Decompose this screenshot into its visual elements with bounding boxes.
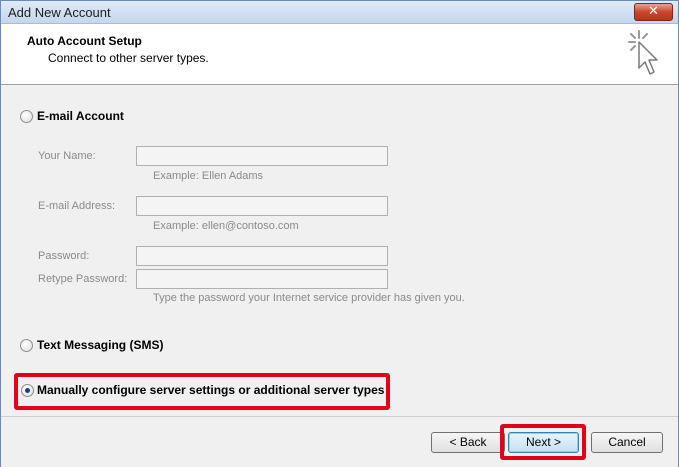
close-button[interactable]: ✕ — [634, 3, 673, 21]
manual-config-label[interactable]: Manually configure server settings or ad… — [37, 383, 384, 397]
window-title: Add New Account — [8, 5, 111, 20]
title-bar[interactable]: Add New Account ✕ — [1, 1, 678, 24]
email-address-hint: Example: ellen@contoso.com — [153, 220, 299, 232]
add-account-dialog: Add New Account ✕ Auto Account Setup Con… — [0, 0, 679, 467]
your-name-label: Your Name: — [38, 150, 96, 162]
sms-radio[interactable] — [20, 339, 33, 352]
retype-password-input[interactable] — [136, 269, 388, 289]
password-hint: Type the password your Internet service … — [153, 292, 465, 304]
email-address-input[interactable] — [136, 196, 388, 216]
manual-config-radio[interactable] — [21, 384, 34, 397]
page-title: Auto Account Setup — [27, 34, 142, 48]
password-input[interactable] — [136, 246, 388, 266]
retype-password-label: Retype Password: — [38, 273, 128, 285]
email-account-radio[interactable] — [20, 110, 33, 123]
email-address-label: E-mail Address: — [38, 200, 116, 212]
next-button[interactable]: Next > — [508, 432, 579, 453]
sms-label[interactable]: Text Messaging (SMS) — [37, 338, 163, 352]
email-account-label[interactable]: E-mail Account — [37, 109, 124, 123]
back-button[interactable]: < Back — [431, 432, 505, 453]
close-icon: ✕ — [648, 4, 659, 19]
your-name-hint: Example: Ellen Adams — [153, 170, 264, 182]
wizard-header: Auto Account Setup Connect to other serv… — [1, 24, 678, 85]
password-label: Password: — [38, 250, 90, 262]
wizard-cursor-icon — [628, 30, 658, 75]
page-subtitle: Connect to other server types. — [48, 51, 209, 65]
cancel-button[interactable]: Cancel — [591, 432, 663, 453]
your-name-input[interactable] — [136, 146, 388, 166]
